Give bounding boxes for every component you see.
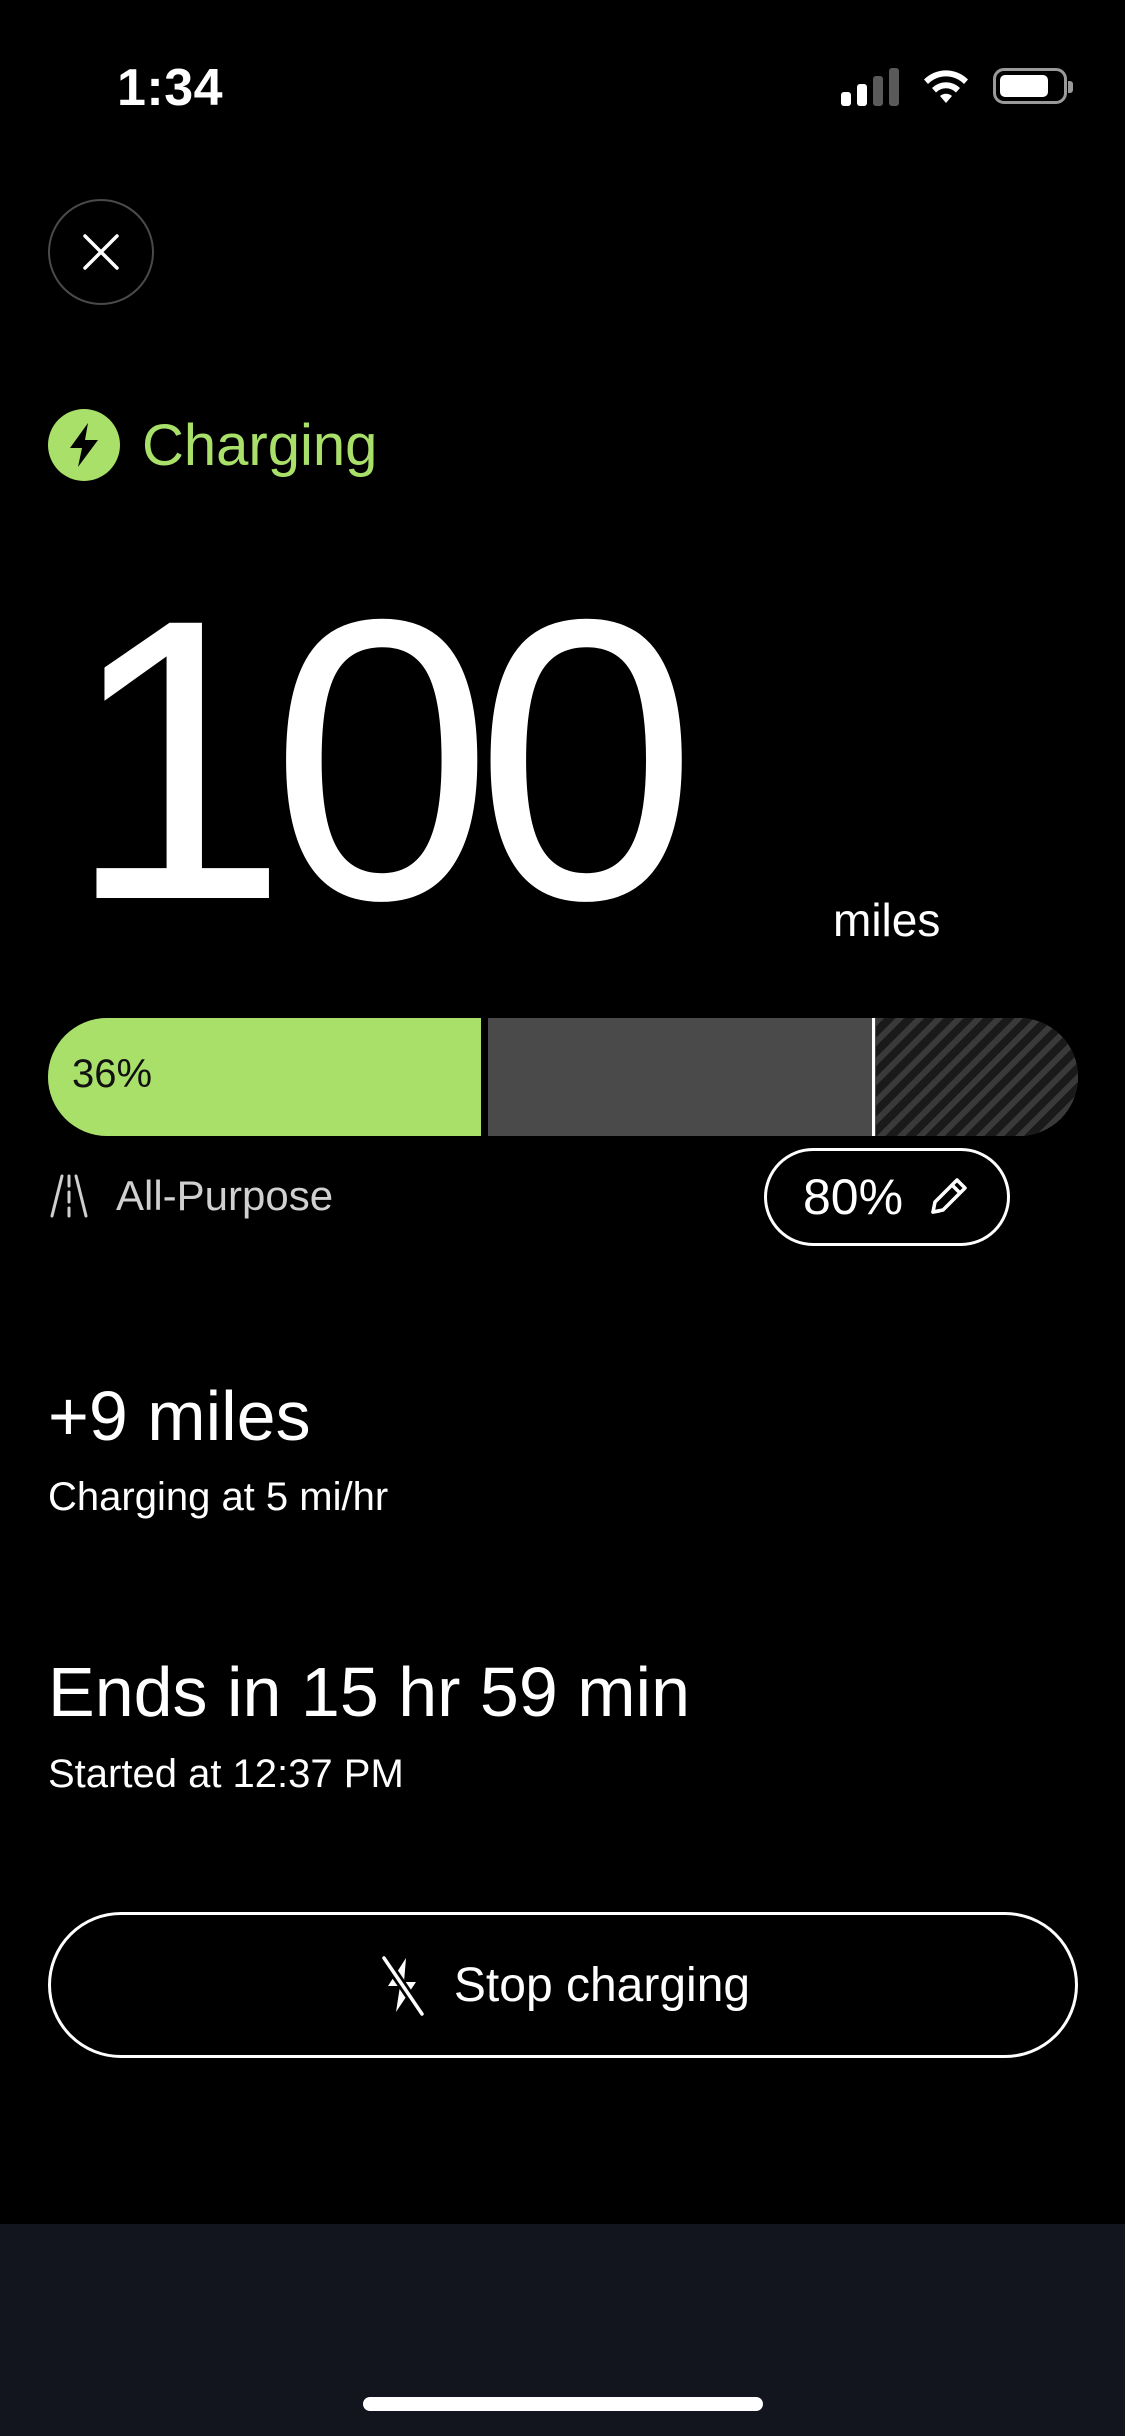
battery-icon xyxy=(993,68,1073,104)
lightning-bolt-icon xyxy=(48,409,120,481)
cellular-signal-icon xyxy=(841,66,899,106)
charging-status: Charging xyxy=(48,409,377,481)
status-icons xyxy=(841,66,1073,106)
range-value: 100 xyxy=(66,536,697,983)
start-time: Started at 12:37 PM xyxy=(48,1752,404,1796)
charging-rate: Charging at 5 mi/hr xyxy=(48,1475,389,1519)
status-time: 1:34 xyxy=(117,59,224,117)
home-indicator[interactable] xyxy=(363,2397,763,2411)
added-range: +9 miles xyxy=(48,1377,311,1455)
stop-charging-button[interactable]: Stop charging xyxy=(48,1912,1078,2058)
stop-charging-label: Stop charging xyxy=(453,1958,751,2012)
battery-percent-label: 36% xyxy=(72,1052,153,1096)
close-button[interactable] xyxy=(48,199,154,305)
time-remaining: Ends in 15 hr 59 min xyxy=(48,1653,691,1731)
charging-screen: 1:34 Charging 100 miles 36% All-Purpose … xyxy=(0,0,1125,2436)
charging-status-label: Charging xyxy=(142,412,378,478)
no-charging-icon xyxy=(379,1953,427,2018)
charge-limit-button[interactable]: 80% xyxy=(764,1148,1010,1246)
close-icon xyxy=(83,234,119,270)
charge-limit-marker[interactable] xyxy=(872,1018,875,1136)
charge-limit-label: 80% xyxy=(802,1169,904,1225)
battery-fill: 36% xyxy=(48,1018,481,1136)
wifi-icon xyxy=(924,70,968,103)
fill-divider xyxy=(481,1018,488,1136)
battery-level-bar[interactable]: 36% xyxy=(48,1018,1078,1136)
charge-mode-label: All-Purpose xyxy=(116,1172,334,1219)
charge-mode: All-Purpose xyxy=(48,1172,333,1220)
road-icon xyxy=(50,1174,88,1218)
above-limit-zone xyxy=(876,1018,1078,1136)
range-unit: miles xyxy=(833,894,941,946)
pencil-icon xyxy=(931,1178,967,1214)
